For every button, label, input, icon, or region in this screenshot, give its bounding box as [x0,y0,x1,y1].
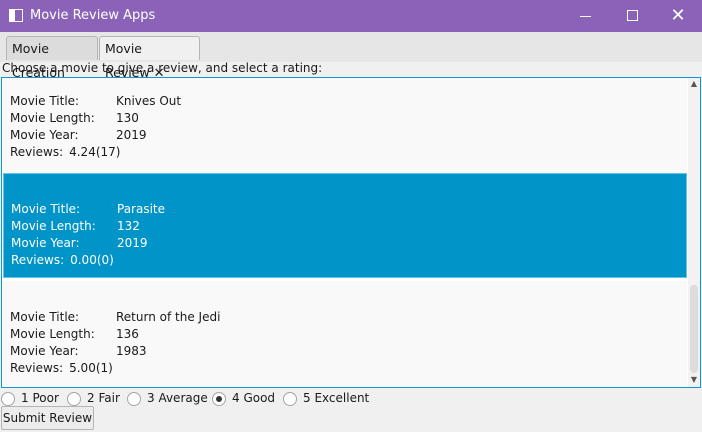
tab-movie-review[interactable]: Movie Review ✕ [99,36,200,81]
movie-title-value: Parasite [117,202,166,216]
movie-year-row: Movie Year: 1983 [10,343,147,360]
radio-circle-icon [127,391,141,406]
movie-title-row: Movie Title: Parasite [11,201,165,218]
title-bar: Movie Review Apps ✕ [0,0,702,32]
movie-title-row: Movie Title: Return of the Jedi [10,309,220,326]
movie-title-value: Knives Out [116,94,182,108]
movie-year-value: 2019 [117,236,148,250]
movie-length-value: 136 [116,327,139,341]
rating-radio-1[interactable]: 1 Poor [1,390,59,406]
movie-list-item[interactable]: Movie Title: Knives Out Movie Length: 130 … [3,78,687,185]
tab-strip: Movie Creation Movie Review ✕ [0,32,702,81]
rating-radio-3[interactable]: 3 Average [127,390,208,406]
rating-label: 1 Poor [21,391,59,405]
movie-reviews-row: Reviews: 0.00(0) [11,252,114,269]
app-window-icon [9,9,23,22]
rating-group: 1 Poor 2 Fair 3 Average 4 Good 5 Excelle… [0,389,702,407]
movie-year-row: Movie Year: 2019 [11,235,148,252]
movie-length-row: Movie Length: 132 [11,218,140,235]
movie-length-row: Movie Length: 130 [10,110,139,127]
tab-movie-creation[interactable]: Movie Creation [6,36,98,80]
movie-list[interactable]: Movie Title: Knives Out Movie Length: 130 … [1,77,701,388]
movie-list-item[interactable]: Movie Title: Return of the Jedi Movie Len… [3,281,687,386]
movie-length-label: Movie Length: [11,219,96,233]
vertical-scrollbar[interactable]: ▲ ▼ [688,78,700,387]
radio-selected-icon [212,391,226,406]
rating-label: 5 Excellent [303,391,370,405]
movie-year-value: 2019 [116,128,147,142]
submit-review-button[interactable]: Submit Review [1,406,94,430]
movie-reviews-value: 4.24(17) [69,145,121,159]
radio-circle-icon [1,391,15,406]
movie-reviews-label: Reviews: [10,361,64,375]
close-icon: ✕ [670,5,686,26]
rating-label: 2 Fair [87,391,120,405]
movie-title-row: Movie Title: Knives Out [10,93,181,110]
rating-label: 4 Good [232,391,276,405]
movie-year-label: Movie Year: [11,236,80,250]
movie-year-row: Movie Year: 2019 [10,127,147,144]
window-title: Movie Review Apps [30,8,156,23]
rating-radio-5[interactable]: 5 Excellent [283,390,369,406]
movie-length-label: Movie Length: [10,111,95,125]
movie-title-label: Movie Title: [10,94,80,108]
maximize-icon [627,10,638,21]
rating-radio-2[interactable]: 2 Fair [67,390,120,406]
movie-year-label: Movie Year: [10,128,79,142]
movie-title-label: Movie Title: [11,202,81,216]
minimize-button[interactable] [563,0,609,32]
movie-reviews-label: Reviews: [10,145,64,159]
movie-title-value: Return of the Jedi [116,310,221,324]
close-window-button[interactable]: ✕ [655,0,701,32]
movie-length-row: Movie Length: 136 [10,326,139,343]
scroll-down-icon[interactable]: ▼ [690,376,698,384]
movie-title-label: Movie Title: [10,310,80,324]
movie-length-value: 132 [117,219,140,233]
movie-reviews-value: 0.00(0) [70,253,114,267]
movie-year-value: 1983 [116,344,147,358]
minimize-icon [580,16,591,17]
rating-label: 3 Average [147,391,208,405]
movie-year-label: Movie Year: [10,344,79,358]
movie-reviews-row: Reviews: 5.00(1) [10,360,113,377]
movie-list-item-selected[interactable]: Movie Title: Parasite Movie Length: 132 Mo… [3,173,687,278]
radio-circle-icon [283,391,297,406]
movie-reviews-label: Reviews: [11,253,65,267]
instruction-label: Choose a movie to give a review, and sel… [2,61,323,75]
scroll-up-icon[interactable]: ▲ [690,80,698,88]
movie-reviews-value: 5.00(1) [69,361,113,375]
scrollbar-thumb[interactable] [690,285,698,373]
movie-reviews-row: Reviews: 4.24(17) [10,144,120,161]
rating-radio-4[interactable]: 4 Good [212,390,275,406]
movie-length-value: 130 [116,111,139,125]
movie-length-label: Movie Length: [10,327,95,341]
radio-circle-icon [67,391,81,406]
maximize-button[interactable] [609,0,655,32]
